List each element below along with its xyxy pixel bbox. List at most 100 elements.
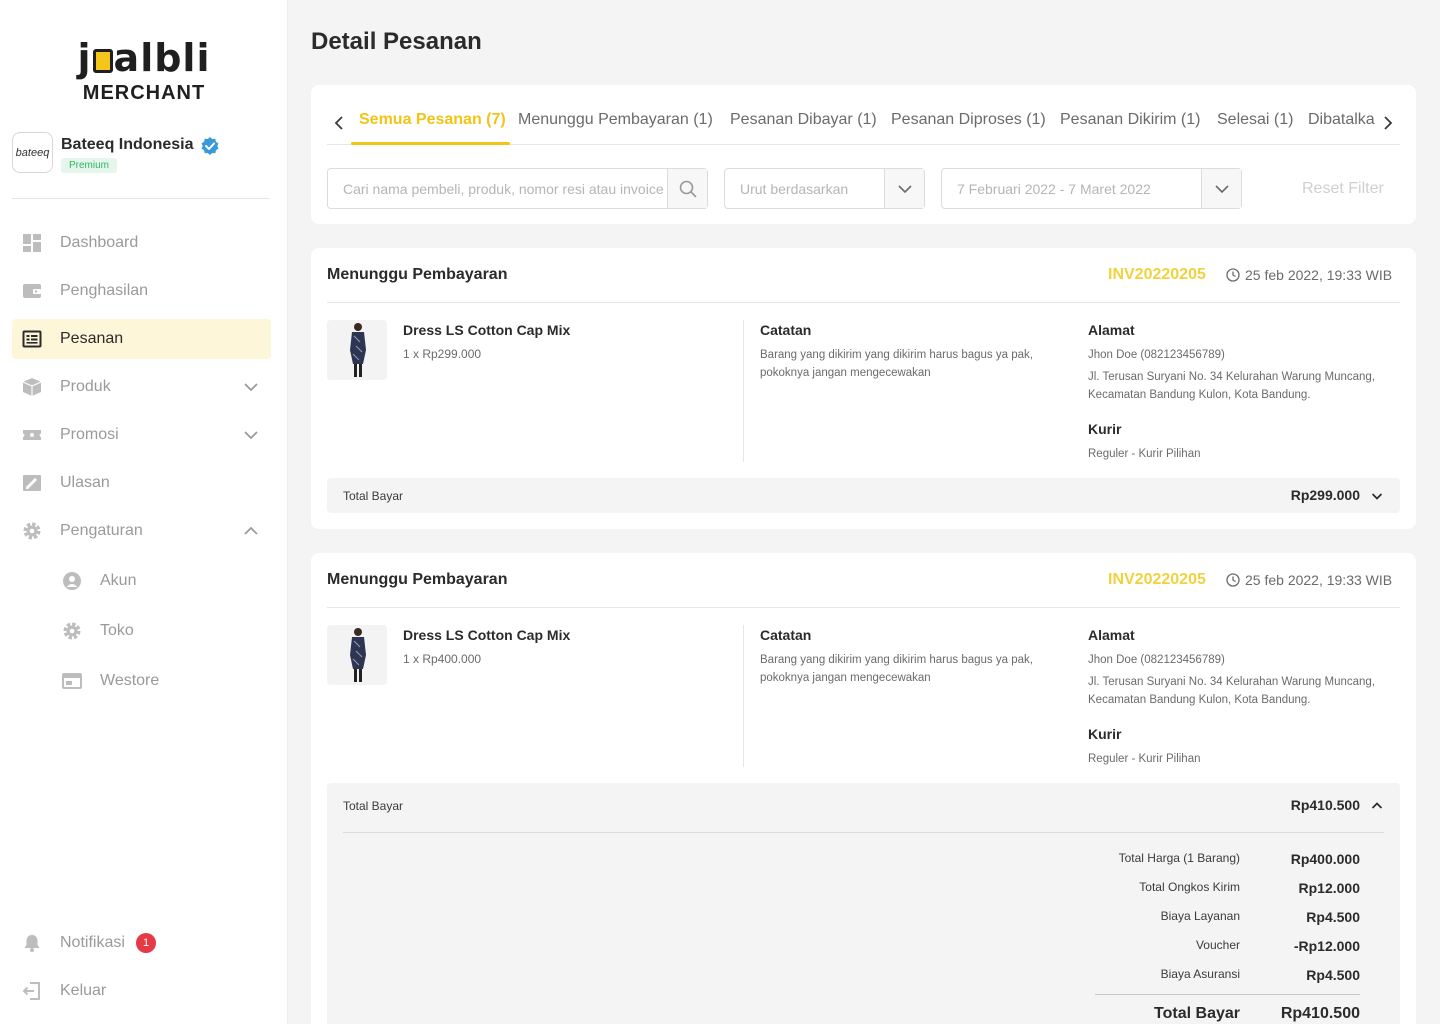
chevron-down-icon[interactable] [243,427,259,443]
note-text: Barang yang dikirim yang dikirim harus b… [760,346,1033,382]
card-divider [327,302,1400,303]
grand-total-label: Total Bayar [1154,1005,1240,1022]
sidebar-item-penghasilan[interactable]: Penghasilan [12,271,271,311]
product-name[interactable]: Dress LS Cotton Cap Mix [403,322,570,338]
chevron-up-icon[interactable] [1370,799,1384,813]
sidebar-item-produk[interactable]: Produk [12,367,271,407]
chevron-right-icon[interactable] [1376,111,1400,135]
address-text: Jl. Terusan Suryani No. 34 Kelurahan War… [1088,673,1375,709]
wallet-icon [23,284,41,298]
tab-pesanan-diproses[interactable]: Pesanan Diproses (1) [891,111,1046,129]
total-bayar-bar[interactable]: Total Bayar Rp299.000 [327,478,1400,513]
date-range-select[interactable]: 7 Februari 2022 - 7 Maret 2022 [941,168,1242,209]
invoice-number[interactable]: INV20220205 [1108,571,1206,589]
chevron-up-icon[interactable] [243,523,259,539]
note-line: Barang yang dikirim yang dikirim harus b… [760,654,1033,666]
breakdown-value: -Rp12.000 [1293,938,1360,954]
chevron-down-icon[interactable] [243,379,259,395]
product-image[interactable] [327,320,387,380]
sidebar-item-notifikasi[interactable]: Notifikasi 1 [12,923,271,963]
logout-icon [22,982,40,1000]
sidebar-item-dashboard[interactable]: Dashboard [12,223,271,263]
breakdown-row: Voucher -Rp12.000 [327,938,1400,958]
bell-icon [24,935,40,952]
order-status: Menunggu Pembayaran [327,266,508,283]
reset-filter-button[interactable]: Reset Filter [1302,180,1384,198]
breakdown-label: Biaya Layanan [1160,909,1240,923]
tab-menunggu-pembayaran[interactable]: Menunggu Pembayaran (1) [518,111,713,129]
note-title: Catatan [760,627,812,643]
sidebar-item-promosi[interactable]: Promosi [12,415,271,455]
sidebar-item-pesanan[interactable]: Pesanan [12,319,271,359]
clock-icon [1226,573,1240,587]
address-line: Kecamatan Bandung Kulon, Kota Bandung. [1088,389,1311,401]
breakdown-row: Biaya Layanan Rp4.500 [327,909,1400,929]
recipient: Jhon Doe (082123456789) [1088,654,1225,666]
notification-count-badge: 1 [136,933,156,953]
sidebar-item-label: Pesanan [60,330,124,347]
product-quantity-price: 1 x Rp299.000 [403,347,482,361]
breakdown-label: Voucher [1195,938,1240,952]
sidebar-item-pengaturan[interactable]: Pengaturan [12,511,271,551]
store-profile[interactable]: bateeq Bateeq Indonesia Premium [12,132,272,176]
sidebar-item-label: Keluar [60,982,107,999]
sort-dropdown-button[interactable] [884,169,924,208]
search-button[interactable] [667,169,707,208]
sidebar-subitem-label: Akun [100,572,137,589]
sidebar-subitem-label: Westore [100,672,160,689]
search-icon [679,180,697,198]
clock-icon [1226,268,1240,282]
sidebar-item-label: Ulasan [60,474,110,491]
sidebar-subitem-toko[interactable]: Toko [52,611,271,651]
date-range-dropdown-button[interactable] [1201,169,1241,208]
total-bayar-label: Total Bayar [343,489,404,503]
dashboard-icon [23,234,41,252]
breakdown-value: Rp400.000 [1290,851,1360,867]
search-input[interactable]: Cari nama pembeli, produk, nomor resi at… [327,168,708,209]
dress-thumbnail-icon [327,625,387,685]
logo-wordmark: j albli [77,36,211,80]
sidebar: j albli MERCHANT bateeq Bateeq Indonesia … [0,0,288,1024]
sidebar-item-keluar[interactable]: Keluar [12,971,271,1011]
box-icon [22,378,42,396]
chevron-down-icon[interactable] [1370,489,1384,503]
tab-dibatalkan[interactable]: Dibatalka [1308,111,1375,129]
search-placeholder: Cari nama pembeli, produk, nomor resi at… [343,181,664,197]
tab-pesanan-dibayar[interactable]: Pesanan Dibayar (1) [730,111,877,129]
tab-selesai[interactable]: Selesai (1) [1217,111,1293,129]
column-divider [743,320,744,462]
product-name[interactable]: Dress LS Cotton Cap Mix [403,627,570,643]
order-status-tabs: Semua Pesanan (7) Menunggu Pembayaran (1… [327,105,1400,145]
order-datetime: 25 feb 2022, 19:33 WIB [1245,267,1393,283]
note-line: Barang yang dikirim yang dikirim harus b… [760,349,1033,361]
date-range-value: 7 Februari 2022 - 7 Maret 2022 [957,181,1151,197]
active-tab-indicator [351,142,510,145]
sidebar-item-label: Penghasilan [60,282,149,299]
store-name: Bateeq Indonesia [61,136,194,153]
product-image[interactable] [327,625,387,685]
sort-select[interactable]: Urut berdasarkan [724,168,925,209]
courier-text: Reguler - Kurir Pilihan [1088,753,1201,765]
sidebar-item-label: Pengaturan [60,522,143,539]
invoice-number[interactable]: INV20220205 [1108,266,1206,284]
note-line: pokoknya jangan mengecewakan [760,367,931,379]
grand-total-value: Rp410.500 [1280,1005,1360,1022]
sidebar-item-label: Notifikasi [60,934,125,951]
sidebar-subitem-akun[interactable]: Akun [52,561,271,601]
breakdown-row: Biaya Asuransi Rp4.500 [327,967,1400,987]
tab-semua-pesanan[interactable]: Semua Pesanan (7) [359,111,506,129]
sidebar-item-ulasan[interactable]: Ulasan [12,463,271,503]
user-circle-icon [63,572,81,590]
logo-subtitle: MERCHANT [82,82,206,104]
address-line: Jl. Terusan Suryani No. 34 Kelurahan War… [1088,676,1376,688]
chevron-left-icon[interactable] [327,111,351,135]
total-bayar-value: Rp299.000 [1290,487,1360,503]
tab-pesanan-dikirim[interactable]: Pesanan Dikirim (1) [1060,111,1200,129]
order-datetime: 25 feb 2022, 19:33 WIB [1245,572,1393,588]
sidebar-subitem-westore[interactable]: Westore [52,661,271,701]
address-text: Jl. Terusan Suryani No. 34 Kelurahan War… [1088,368,1375,404]
total-bayar-expanded: Total Bayar Rp410.500 Total Harga (1 Bar… [327,783,1400,1024]
order-card: Menunggu Pembayaran INV20220205 25 feb 2… [311,248,1416,529]
brand-logo[interactable]: j albli MERCHANT [0,36,288,105]
column-divider [743,625,744,767]
